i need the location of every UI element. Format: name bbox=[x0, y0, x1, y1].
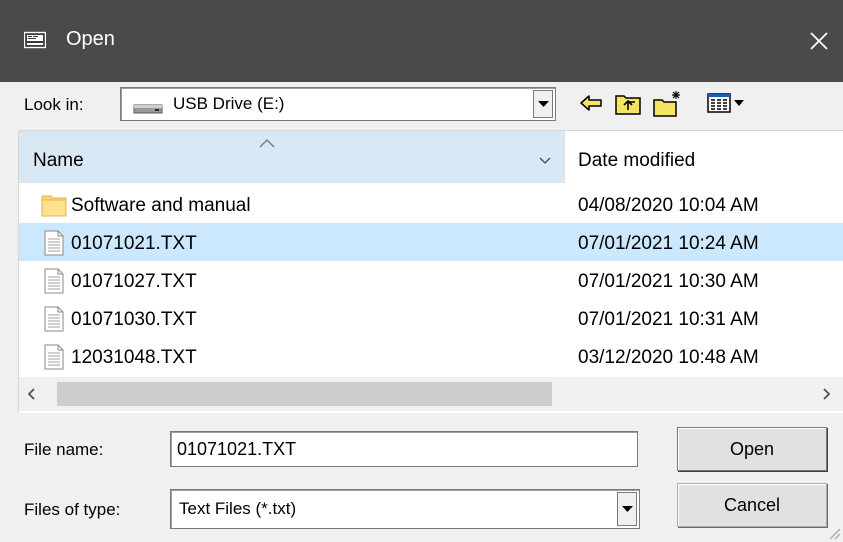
open-dialog-icon bbox=[24, 31, 46, 49]
text-file-icon bbox=[44, 306, 64, 332]
look-in-label: Look in: bbox=[24, 95, 84, 114]
dropdown-arrow-icon bbox=[622, 506, 633, 512]
file-name: 01071021.TXT bbox=[71, 233, 197, 254]
look-in-dropdown[interactable]: USB Drive (E:) bbox=[120, 87, 556, 121]
text-file-icon bbox=[44, 344, 64, 370]
file-date: 07/01/2021 10:24 AM bbox=[578, 233, 759, 254]
file-type-value: Text Files (*.txt) bbox=[179, 499, 297, 518]
column-header-name-label: Name bbox=[33, 150, 84, 171]
text-file-icon bbox=[44, 230, 64, 256]
title-bar: Open bbox=[0, 0, 843, 82]
file-row-01071021[interactable]: 01071021.TXT 07/01/2021 10:24 AM bbox=[19, 223, 843, 261]
file-name-label: File name: bbox=[24, 440, 104, 459]
file-date: 07/01/2021 10:30 AM bbox=[578, 271, 759, 292]
file-row-01071027[interactable]: 01071027.TXT 07/01/2021 10:30 AM bbox=[19, 261, 843, 299]
file-row-software-and-manual[interactable]: Software and manual 04/08/2020 10:04 AM bbox=[19, 185, 843, 223]
resize-grip-icon[interactable] bbox=[827, 526, 841, 540]
new-folder-icon[interactable] bbox=[652, 88, 684, 118]
window-title: Open bbox=[66, 28, 115, 50]
column-header-date[interactable]: Date modified bbox=[565, 131, 843, 183]
file-name: 12031048.TXT bbox=[71, 347, 197, 368]
file-date: 03/12/2020 10:48 AM bbox=[578, 347, 759, 368]
folder-icon bbox=[41, 195, 67, 217]
column-header-date-label: Date modified bbox=[578, 150, 696, 171]
file-date: 04/08/2020 10:04 AM bbox=[578, 195, 759, 216]
chevron-down-icon[interactable] bbox=[539, 157, 551, 164]
cancel-button[interactable]: Cancel bbox=[677, 483, 827, 527]
sort-ascending-icon bbox=[259, 139, 275, 148]
horizontal-scrollbar[interactable] bbox=[19, 377, 843, 411]
text-file-icon bbox=[44, 268, 64, 294]
usb-drive-icon bbox=[133, 104, 163, 114]
up-one-level-icon[interactable] bbox=[614, 88, 642, 118]
column-header-name[interactable]: Name bbox=[19, 131, 564, 183]
file-row-12031048[interactable]: 12031048.TXT 03/12/2020 10:48 AM bbox=[19, 337, 843, 375]
file-name-input[interactable] bbox=[177, 439, 627, 460]
scroll-right-button[interactable] bbox=[814, 377, 840, 411]
open-button[interactable]: Open bbox=[677, 427, 827, 471]
scroll-left-button[interactable] bbox=[19, 377, 45, 411]
file-date: 07/01/2021 10:31 AM bbox=[578, 309, 759, 330]
chevron-left-icon bbox=[27, 388, 35, 400]
file-name: Software and manual bbox=[71, 195, 251, 216]
file-type-dropdown[interactable]: Text Files (*.txt) bbox=[170, 489, 640, 529]
look-in-dropdown-button[interactable] bbox=[533, 90, 553, 118]
dropdown-arrow-icon bbox=[538, 101, 549, 107]
file-name-field[interactable] bbox=[170, 431, 638, 467]
file-row-01071030[interactable]: 01071030.TXT 07/01/2021 10:31 AM bbox=[19, 299, 843, 337]
look-in-value: USB Drive (E:) bbox=[173, 94, 285, 113]
view-menu-icon[interactable] bbox=[706, 88, 746, 118]
file-list: Name Date modified Software and manual 0… bbox=[18, 130, 843, 413]
close-icon[interactable] bbox=[806, 28, 832, 54]
scrollbar-thumb[interactable] bbox=[57, 382, 552, 406]
chevron-right-icon bbox=[823, 388, 831, 400]
file-name: 01071030.TXT bbox=[71, 309, 197, 330]
file-type-label: Files of type: bbox=[24, 500, 121, 519]
file-type-dropdown-button[interactable] bbox=[617, 492, 637, 526]
back-arrow-icon[interactable] bbox=[578, 88, 604, 118]
file-name: 01071027.TXT bbox=[71, 271, 197, 292]
